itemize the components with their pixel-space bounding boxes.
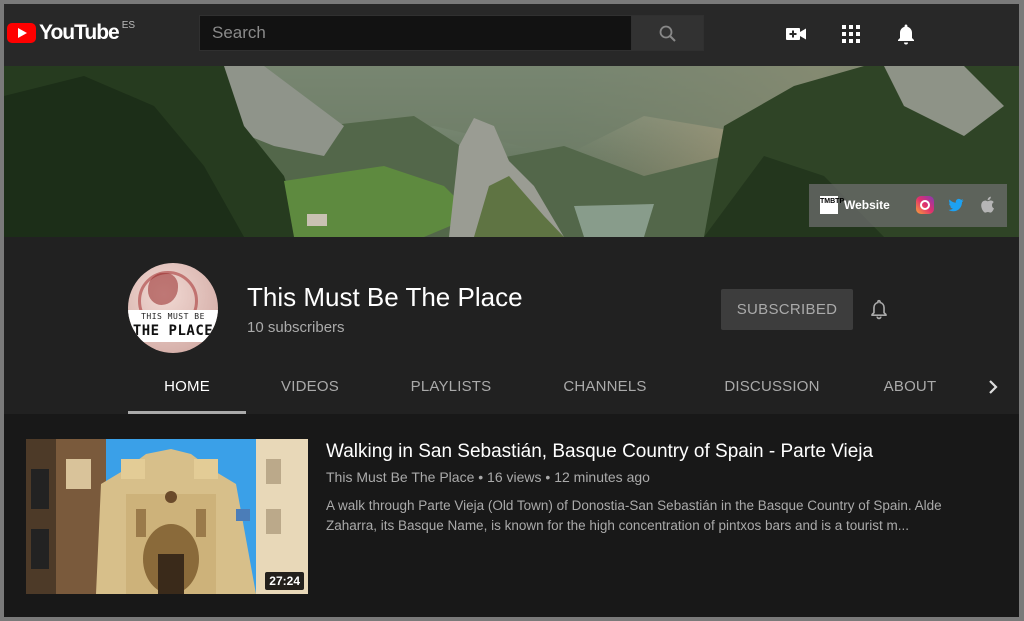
website-link[interactable]: Website <box>844 196 890 214</box>
video-thumbnail[interactable]: 27:24 <box>26 439 308 594</box>
subscriber-count: 10 subscribers <box>247 319 345 336</box>
avatar-text-line1: THIS MUST BE <box>141 312 205 321</box>
channel-avatar[interactable]: THIS MUST BE THE PLACE <box>128 263 218 353</box>
chevron-right-icon[interactable] <box>983 377 1003 397</box>
search-button[interactable] <box>631 15 704 51</box>
website-link-logo[interactable]: TMBTP <box>820 196 844 214</box>
church-facade-image <box>26 439 308 594</box>
youtube-logo[interactable]: YouTube ES <box>7 20 135 46</box>
youtube-play-icon <box>7 23 36 43</box>
tab-home[interactable]: HOME <box>128 365 246 414</box>
tab-discussion[interactable]: DISCUSSION <box>704 365 840 414</box>
subscribed-button[interactable]: SUBSCRIBED <box>721 289 853 330</box>
apps-grid-icon[interactable] <box>839 22 863 46</box>
tab-videos[interactable]: VIDEOS <box>262 365 358 414</box>
youtube-window: YouTube ES Search TMBTP Website THIS MUS… <box>4 4 1019 617</box>
search-icon <box>659 25 676 42</box>
search-input[interactable] <box>199 15 631 51</box>
channel-notification-bell-icon[interactable] <box>868 298 890 320</box>
notifications-bell-icon[interactable] <box>894 22 918 46</box>
instagram-icon[interactable] <box>916 196 934 214</box>
region-code: ES <box>121 19 136 31</box>
logo-wordmark: YouTube <box>39 21 120 44</box>
video-title[interactable]: Walking in San Sebastián, Basque Country… <box>326 441 873 463</box>
create-video-icon[interactable] <box>784 22 808 46</box>
video-duration-badge: 27:24 <box>265 572 304 590</box>
channel-links-bar: TMBTP Website <box>809 184 1007 227</box>
channel-header: THIS MUST BE THE PLACE This Must Be The … <box>4 237 1019 414</box>
masthead: YouTube ES <box>4 4 1019 66</box>
video-metadata: This Must Be The Place • 16 views • 12 m… <box>326 469 650 485</box>
channel-name: This Must Be The Place <box>247 282 523 312</box>
channel-tabs: HOME VIDEOS PLAYLISTS CHANNELS DISCUSSIO… <box>4 365 1019 414</box>
twitter-icon[interactable] <box>947 196 965 214</box>
video-description: A walk through Parte Vieja (Old Town) of… <box>326 498 942 533</box>
apple-icon[interactable] <box>979 195 995 214</box>
tab-playlists[interactable]: PLAYLISTS <box>394 365 508 414</box>
tab-channels[interactable]: CHANNELS <box>544 365 666 414</box>
avatar-text-line2: THE PLACE <box>132 323 214 339</box>
tab-about[interactable]: ABOUT <box>866 365 954 414</box>
channel-banner: TMBTP Website <box>4 66 1019 237</box>
